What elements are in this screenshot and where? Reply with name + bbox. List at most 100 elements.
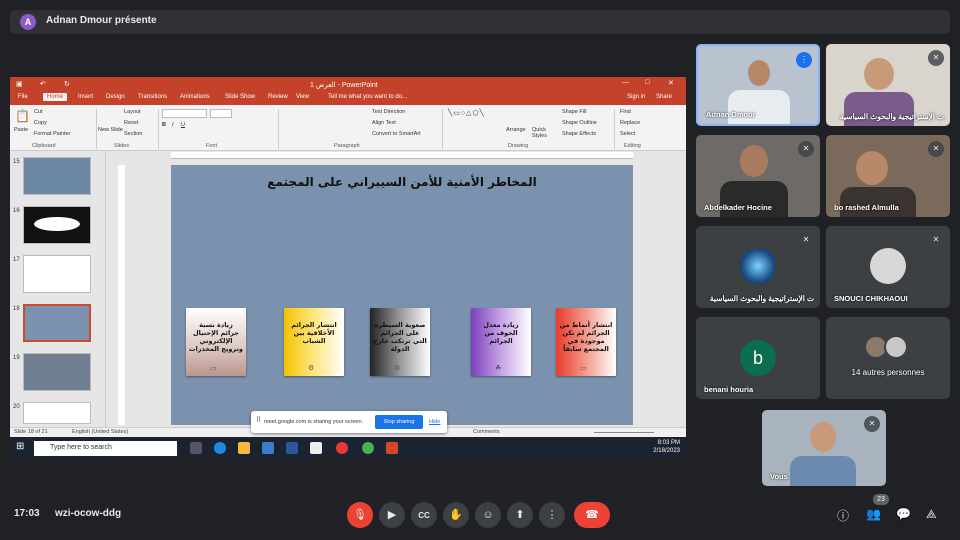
font-size-box[interactable]	[210, 109, 232, 118]
participant-tile[interactable]: ✕ ت الإستراتيجية والبحوث السياسية	[826, 44, 950, 126]
people-icon[interactable]: 👥	[866, 507, 881, 521]
zoom-slider[interactable]	[594, 432, 654, 433]
tab-slide-show[interactable]: Slide Show	[225, 94, 255, 100]
speaking-indicator-icon: ⋮	[796, 52, 812, 68]
tab-animations[interactable]: Animations	[180, 94, 210, 100]
layout-button[interactable]: Layout	[124, 109, 141, 115]
participant-tile[interactable]: ✕ bo rashed Almulla	[826, 135, 950, 217]
powerpoint-icon[interactable]	[386, 442, 398, 454]
participant-tile[interactable]: ✕ SNOUCI CHIKHAOUI	[826, 226, 950, 308]
slide-thumbnail[interactable]	[23, 206, 91, 244]
participant-name: bo rashed Almulla	[834, 203, 899, 212]
drag-handle-icon[interactable]: ⠿	[256, 416, 261, 424]
present-button[interactable]: ⬆	[507, 502, 533, 528]
close-icon[interactable]: ✕	[668, 79, 674, 87]
paste-icon[interactable]: 📋	[15, 109, 30, 123]
document-icon[interactable]	[310, 442, 322, 454]
opera-icon[interactable]	[336, 442, 348, 454]
raise-hand-button[interactable]: ✋	[443, 502, 469, 528]
copy-button[interactable]: Copy	[34, 120, 47, 126]
format-painter-button[interactable]: Format Painter	[34, 131, 70, 137]
underline-icon[interactable]: U	[181, 122, 185, 128]
share-link[interactable]: Share	[656, 94, 672, 100]
current-slide[interactable]: المخاطر الأمنية للأمن السيبراني على المج…	[171, 165, 633, 425]
leave-call-button[interactable]: ☎	[574, 502, 610, 528]
divider	[278, 109, 279, 149]
participant-tile[interactable]: ✕ Abdelkader Hocine	[696, 135, 820, 217]
slide-thumbnail[interactable]	[23, 157, 91, 195]
captions-button[interactable]: CC	[411, 502, 437, 528]
more-options-button[interactable]: ⋮	[539, 502, 565, 528]
section-button[interactable]: Section	[124, 131, 142, 137]
italic-icon[interactable]: I	[172, 122, 174, 128]
comments-button[interactable]: Comments	[473, 429, 500, 435]
edge-icon[interactable]	[214, 442, 226, 454]
font-name-box[interactable]	[162, 109, 207, 118]
slide-thumbnail[interactable]	[23, 402, 91, 424]
chrome-icon[interactable]	[362, 442, 374, 454]
stop-sharing-button[interactable]: Stop sharing	[375, 415, 423, 429]
slide-thumbnail[interactable]	[23, 255, 91, 293]
slide-thumbnails[interactable]: 15 16 17 18 19 20	[10, 151, 106, 427]
tell-me-box[interactable]: Tell me what you want to do...	[328, 94, 407, 100]
reactions-button[interactable]: ☺	[475, 502, 501, 528]
slide-thumbnail[interactable]	[23, 353, 91, 391]
slide-card[interactable]: زيادة معدل الخوف من الجرائم ☘	[471, 308, 531, 376]
shapes-gallery[interactable]: ╲▭○△⬠╲	[448, 109, 485, 117]
camera-button[interactable]: ▶	[379, 502, 405, 528]
align-text-button[interactable]: Align Text	[372, 120, 396, 126]
participant-name: benani houria	[704, 385, 754, 394]
mail-icon[interactable]	[262, 442, 274, 454]
slide-card[interactable]: انتشار الجرائم الأخلاقية بين الشباب ⚙	[284, 308, 344, 376]
select-button[interactable]: Select	[620, 131, 635, 137]
file-explorer-icon[interactable]	[238, 442, 250, 454]
undo-icon[interactable]: ↶	[40, 80, 46, 88]
quick-styles-button[interactable]: Quick Styles	[532, 127, 550, 139]
mic-off-button[interactable]: 🎙	[347, 502, 373, 528]
cut-button[interactable]: Cut	[34, 109, 43, 115]
paste-button[interactable]: Paste	[14, 127, 28, 133]
shape-outline-button[interactable]: Shape Outline	[562, 120, 597, 126]
tab-design[interactable]: Design	[106, 94, 125, 100]
info-icon[interactable]: ⓘ	[837, 507, 849, 524]
replace-button[interactable]: Replace	[620, 120, 640, 126]
redo-icon[interactable]: ↻	[64, 80, 70, 88]
convert-smartart-button[interactable]: Convert to SmartArt	[372, 131, 421, 137]
participant-tile[interactable]: ✕ ت الإستراتيجية والبحوث السياسية	[696, 226, 820, 308]
tab-home[interactable]: Home	[43, 93, 68, 101]
windows-start-icon[interactable]: ⊞	[16, 441, 24, 452]
slide-card[interactable]: صعوبة السيطرة على الجرائم التي ترتكب خار…	[370, 308, 430, 376]
tab-transitions[interactable]: Transitions	[138, 94, 167, 100]
hide-link[interactable]: Hide	[429, 419, 440, 425]
tab-insert[interactable]: Insert	[78, 94, 93, 100]
presenter-label: Adnan Dmour présente	[46, 15, 157, 26]
tab-file[interactable]: File	[18, 94, 28, 100]
reset-button[interactable]: Reset	[124, 120, 138, 126]
shape-effects-button[interactable]: Shape Effects	[562, 131, 596, 137]
task-view-icon[interactable]	[190, 442, 202, 454]
save-icon[interactable]: ▣	[16, 80, 23, 88]
bold-icon[interactable]: B	[162, 122, 166, 128]
others-tile[interactable]: 14 autres personnes	[826, 317, 950, 399]
arrange-button[interactable]: Arrange	[506, 127, 526, 133]
maximize-icon[interactable]: □	[645, 79, 649, 86]
chat-icon[interactable]: 💬	[896, 507, 911, 521]
minimize-icon[interactable]: —	[622, 79, 629, 86]
tab-view[interactable]: View	[296, 94, 309, 100]
find-button[interactable]: Find	[620, 109, 631, 115]
slide-thumbnail-selected[interactable]	[23, 304, 91, 342]
slide-card[interactable]: انتشار أنماط من الجرائم لم تكن موجودة في…	[556, 308, 616, 376]
taskbar-search[interactable]: Type here to search	[34, 441, 177, 456]
sign-in-link[interactable]: Sign in	[627, 94, 645, 100]
slide-card[interactable]: زيادة نسبة جرائم الإحتيال الإلكتروني وتر…	[186, 308, 246, 376]
word-icon[interactable]	[286, 442, 298, 454]
shape-fill-button[interactable]: Shape Fill	[562, 109, 586, 115]
participant-name: SNOUCI CHIKHAOUI	[834, 294, 908, 303]
self-view-tile[interactable]: ✕ Vous	[762, 410, 886, 486]
text-direction-button[interactable]: Text Direction	[372, 109, 405, 115]
participant-tile[interactable]: ⋮ Adnan Dmour	[696, 44, 820, 126]
tab-review[interactable]: Review	[268, 94, 288, 100]
new-slide-button[interactable]: New Slide	[98, 127, 123, 133]
activities-icon[interactable]: ⟁	[926, 507, 937, 522]
participant-tile[interactable]: b benani houria	[696, 317, 820, 399]
